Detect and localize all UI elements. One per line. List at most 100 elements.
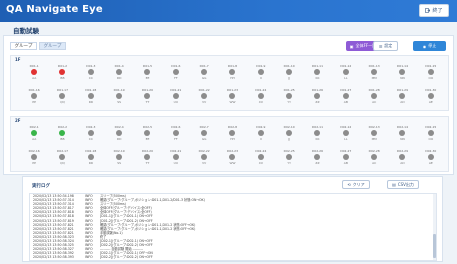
- device-cell[interactable]: D01-3 CC: [77, 64, 105, 84]
- status-dot-icon[interactable]: [257, 93, 264, 99]
- status-dot-icon[interactable]: [371, 93, 378, 99]
- device-cell[interactable]: D01-14 NN: [388, 64, 416, 84]
- status-dot-icon[interactable]: [87, 93, 94, 99]
- device-cell[interactable]: D02-3 CC: [77, 125, 105, 145]
- status-dot-icon[interactable]: [229, 69, 236, 75]
- status-dot-icon[interactable]: [371, 154, 378, 160]
- device-cell[interactable]: D02-27 AB: [332, 149, 360, 169]
- csv-export-button[interactable]: ▤ CSV出力: [387, 180, 419, 189]
- status-dot-icon[interactable]: [399, 93, 406, 99]
- device-cell[interactable]: D01-21 UU: [162, 88, 190, 108]
- status-dot-icon[interactable]: [31, 130, 38, 136]
- status-dot-icon[interactable]: [87, 69, 94, 75]
- device-cell[interactable]: D02-19 SS: [105, 149, 133, 169]
- status-dot-icon[interactable]: [427, 69, 434, 75]
- status-dot-icon[interactable]: [31, 93, 38, 99]
- device-cell[interactable]: D01-20 TT: [133, 88, 161, 108]
- status-dot-icon[interactable]: [31, 69, 38, 75]
- log-clear-button[interactable]: ⟲ クリア: [342, 180, 370, 189]
- device-cell[interactable]: D02-26 ZZ: [303, 149, 331, 169]
- status-dot-icon[interactable]: [399, 69, 406, 75]
- status-dot-icon[interactable]: [257, 69, 264, 75]
- status-dot-icon[interactable]: [286, 69, 293, 75]
- status-dot-icon[interactable]: [87, 154, 94, 160]
- status-dot-icon[interactable]: [144, 154, 151, 160]
- device-cell[interactable]: D02-10 JJ: [275, 125, 303, 145]
- status-dot-icon[interactable]: [427, 130, 434, 136]
- device-cell[interactable]: D01-17 QQ: [48, 88, 76, 108]
- device-cell[interactable]: D02-7 GG: [190, 125, 218, 145]
- device-cell[interactable]: D01-5 EE: [133, 64, 161, 84]
- status-dot-icon[interactable]: [314, 93, 321, 99]
- device-cell[interactable]: D02-20 TT: [133, 149, 161, 169]
- status-dot-icon[interactable]: [144, 69, 151, 75]
- status-dot-icon[interactable]: [59, 154, 66, 160]
- device-cell[interactable]: D02-15 OO: [417, 125, 445, 145]
- status-dot-icon[interactable]: [201, 93, 208, 99]
- device-cell[interactable]: D02-1 AA: [20, 125, 48, 145]
- status-dot-icon[interactable]: [59, 130, 66, 136]
- device-cell[interactable]: D02-29 AD: [388, 149, 416, 169]
- status-dot-icon[interactable]: [286, 130, 293, 136]
- status-dot-icon[interactable]: [201, 154, 208, 160]
- stop-button[interactable]: ◉ 停止: [413, 41, 446, 51]
- device-cell[interactable]: D02-14 NN: [388, 125, 416, 145]
- device-cell[interactable]: D01-2 BB: [48, 64, 76, 84]
- device-cell[interactable]: D01-11 KK: [303, 64, 331, 84]
- log-scrollbar[interactable]: [433, 194, 436, 260]
- status-dot-icon[interactable]: [59, 93, 66, 99]
- device-cell[interactable]: D01-30 AE: [417, 88, 445, 108]
- log-scroll-thumb[interactable]: [433, 234, 436, 258]
- device-cell[interactable]: D02-18 RR: [77, 149, 105, 169]
- exit-button[interactable]: 終了: [419, 4, 449, 17]
- device-cell[interactable]: D02-22 VV: [190, 149, 218, 169]
- tab-group-1[interactable]: グループ: [10, 42, 37, 50]
- device-cell[interactable]: D02-8 HH: [218, 125, 246, 145]
- tab-group-2[interactable]: グループ: [39, 42, 66, 50]
- status-dot-icon[interactable]: [229, 154, 236, 160]
- status-dot-icon[interactable]: [172, 130, 179, 136]
- status-dot-icon[interactable]: [342, 69, 349, 75]
- status-dot-icon[interactable]: [144, 130, 151, 136]
- device-cell[interactable]: D01-18 RR: [77, 88, 105, 108]
- device-cell[interactable]: D02-23 WW: [218, 149, 246, 169]
- device-cell[interactable]: D02-21 UU: [162, 149, 190, 169]
- status-dot-icon[interactable]: [172, 154, 179, 160]
- device-cell[interactable]: D02-16 PP: [20, 149, 48, 169]
- status-dot-icon[interactable]: [342, 130, 349, 136]
- device-cell[interactable]: D01-4 DD: [105, 64, 133, 84]
- device-cell[interactable]: D02-13 MM: [360, 125, 388, 145]
- device-cell[interactable]: D01-10 JJ: [275, 64, 303, 84]
- status-dot-icon[interactable]: [314, 69, 321, 75]
- status-dot-icon[interactable]: [144, 93, 151, 99]
- status-dot-icon[interactable]: [116, 93, 123, 99]
- settings-button[interactable]: ☰ 設定: [373, 41, 398, 51]
- device-cell[interactable]: D01-8 HH: [218, 64, 246, 84]
- status-dot-icon[interactable]: [31, 154, 38, 160]
- device-cell[interactable]: D02-2 BB: [48, 125, 76, 145]
- status-dot-icon[interactable]: [314, 130, 321, 136]
- status-dot-icon[interactable]: [427, 93, 434, 99]
- status-dot-icon[interactable]: [172, 69, 179, 75]
- device-cell[interactable]: D02-12 LL: [332, 125, 360, 145]
- device-cell[interactable]: D01-6 FF: [162, 64, 190, 84]
- status-dot-icon[interactable]: [371, 130, 378, 136]
- device-cell[interactable]: D01-13 MM: [360, 64, 388, 84]
- status-dot-icon[interactable]: [87, 130, 94, 136]
- device-cell[interactable]: D02-28 AC: [360, 149, 388, 169]
- status-dot-icon[interactable]: [371, 69, 378, 75]
- device-cell[interactable]: D02-11 KK: [303, 125, 331, 145]
- status-dot-icon[interactable]: [229, 130, 236, 136]
- device-cell[interactable]: D01-12 LL: [332, 64, 360, 84]
- status-dot-icon[interactable]: [314, 154, 321, 160]
- device-cell[interactable]: D01-7 GG: [190, 64, 218, 84]
- device-cell[interactable]: D02-5 EE: [133, 125, 161, 145]
- device-cell[interactable]: D02-30 AE: [417, 149, 445, 169]
- status-dot-icon[interactable]: [286, 154, 293, 160]
- status-dot-icon[interactable]: [201, 69, 208, 75]
- status-dot-icon[interactable]: [257, 130, 264, 136]
- status-dot-icon[interactable]: [399, 130, 406, 136]
- device-cell[interactable]: D01-15 OO: [417, 64, 445, 84]
- device-cell[interactable]: D02-6 FF: [162, 125, 190, 145]
- device-cell[interactable]: D02-9 II: [247, 125, 275, 145]
